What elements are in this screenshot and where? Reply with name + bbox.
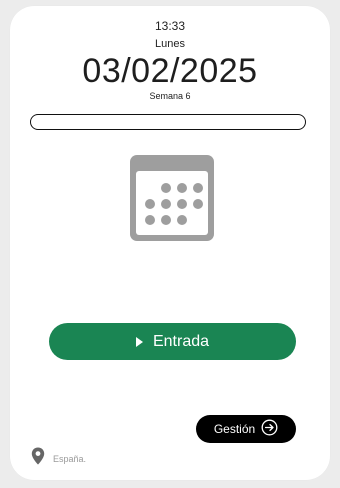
location-label: España. (53, 453, 87, 464)
current-date: 03/02/2025 (82, 52, 258, 90)
entrada-label: Entrada (152, 332, 210, 350)
location: España. (31, 447, 86, 470)
gestion-button[interactable]: Gestión (196, 415, 296, 443)
gestion-label: Gestión (213, 422, 256, 436)
entrada-button[interactable]: Entrada (49, 323, 296, 360)
map-pin-icon (31, 447, 45, 470)
calendar-icon (130, 155, 214, 246)
arrow-right-circle-icon (261, 419, 278, 439)
play-icon (135, 336, 143, 347)
week-number: Semana 6 (149, 91, 191, 101)
weekday: Lunes (155, 38, 185, 50)
current-time: 13:33 (154, 19, 186, 33)
progress-bar (30, 114, 306, 130)
clock-card: 13:33 Lunes 03/02/2025 Semana 6 Entrada … (10, 6, 330, 480)
